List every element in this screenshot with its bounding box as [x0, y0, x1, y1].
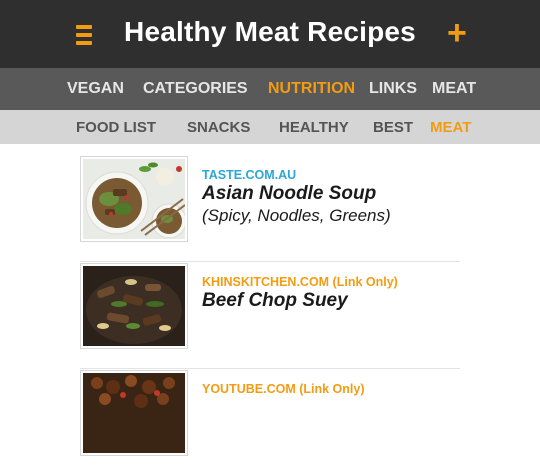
nav-item-meat[interactable]: MEAT — [432, 80, 476, 98]
nav-item-nutrition[interactable]: NUTRITION — [268, 80, 355, 98]
divider — [80, 368, 460, 369]
noodle-soup-image — [83, 159, 185, 239]
recipe-title[interactable]: Beef Chop Suey — [202, 290, 348, 312]
primary-nav: VEGAN CATEGORIES NUTRITION LINKS MEAT — [0, 68, 540, 110]
recipe-thumbnail — [80, 263, 188, 349]
nav-item-vegan[interactable]: VEGAN — [67, 80, 124, 98]
recipe-source[interactable]: KHINSKITCHEN.COM (Link Only) — [202, 275, 398, 289]
subnav-item-healthy[interactable]: HEALTHY — [279, 119, 349, 136]
recipe-item[interactable]: TASTE.COM.AU Asian Noodle Soup (Spicy, N… — [80, 156, 460, 262]
beef-chop-suey-image — [83, 266, 185, 346]
recipe-source[interactable]: TASTE.COM.AU — [202, 168, 296, 182]
add-button[interactable]: + — [447, 16, 467, 50]
recipe-thumbnail — [80, 156, 188, 242]
stir-fry-image — [83, 373, 185, 453]
recipe-subtitle: (Spicy, Noodles, Greens) — [202, 206, 391, 225]
recipe-source[interactable]: YOUTUBE.COM (Link Only) — [202, 382, 365, 396]
recipe-item[interactable]: KHINSKITCHEN.COM (Link Only) Beef Chop S… — [80, 263, 460, 369]
subnav-item-food-list[interactable]: FOOD LIST — [76, 119, 156, 136]
recipe-thumbnail — [80, 370, 188, 456]
recipe-title[interactable]: Asian Noodle Soup — [202, 183, 376, 205]
subnav-item-meat[interactable]: MEAT — [430, 119, 471, 136]
subnav-item-best[interactable]: BEST — [373, 119, 413, 136]
nav-item-links[interactable]: LINKS — [369, 80, 417, 98]
nav-item-categories[interactable]: CATEGORIES — [143, 80, 248, 98]
divider — [80, 261, 460, 262]
secondary-nav: FOOD LIST SNACKS HEALTHY BEST MEAT — [0, 110, 540, 144]
subnav-item-snacks[interactable]: SNACKS — [187, 119, 250, 136]
recipe-item[interactable]: YOUTUBE.COM (Link Only) — [80, 370, 460, 476]
app-header: Healthy Meat Recipes + — [0, 0, 540, 68]
